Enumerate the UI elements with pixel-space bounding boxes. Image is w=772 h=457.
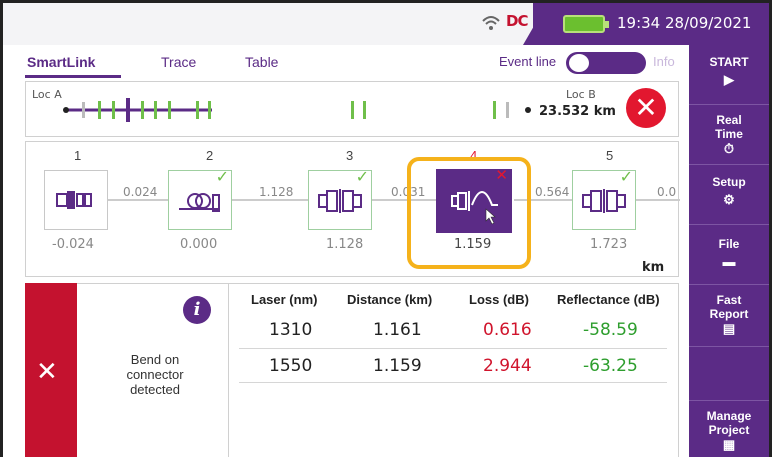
file-button[interactable]: File ▬ (689, 225, 769, 285)
close-button[interactable]: ✕ (626, 88, 666, 128)
manage-project-label: Project (708, 423, 750, 437)
check-icon: ✓ (619, 167, 633, 186)
cell-laser: 1310 (269, 320, 313, 340)
event-number: 3 (346, 148, 354, 163)
event-position: 0.000 (180, 237, 218, 252)
date: 28/09/2021 (665, 14, 752, 32)
alert-line: connector (126, 367, 184, 382)
sidebar: START ▶ Real Time ⏱ Setup ⚙ File ▬ Fast … (689, 45, 769, 457)
fast-report-label: Report (709, 307, 749, 321)
event-3-node[interactable]: ✓ (308, 167, 372, 230)
toggle-knob (569, 54, 589, 72)
map-unit: km (642, 260, 665, 275)
event-number: 5 (606, 148, 614, 163)
app-frame: DC 19:34 28/09/2021 SmartLink Trace Tabl… (0, 0, 772, 457)
check-icon: ✓ (355, 167, 369, 186)
realtime-label: Time (715, 127, 743, 141)
start-label: START (709, 55, 749, 69)
link-map: 1 -0.024 0.024 2 ✓ 0.000 1.128 3 ✓ 1.128… (25, 141, 680, 277)
cell-laser: 1550 (269, 356, 313, 376)
event-line-toggle[interactable] (566, 52, 646, 74)
alert-status-bar: ✕ (25, 283, 77, 457)
empty-slot (689, 347, 769, 401)
event-number: 2 (206, 148, 214, 163)
cell-loss: 0.616 (483, 320, 532, 340)
play-icon: ▶ (724, 72, 734, 87)
close-icon: ✕ (634, 91, 658, 124)
setup-label: Setup (712, 175, 746, 189)
column-header-loss: Loss (dB) (469, 292, 529, 307)
alert-panel: i Bend on connector detected (77, 283, 229, 457)
segment-length: 0.0 (656, 185, 678, 199)
segment-length: 0.024 (122, 185, 159, 199)
alert-line: Bend on (130, 352, 180, 367)
folder-icon: ▬ (722, 254, 736, 269)
cell-distance: 1.159 (373, 356, 422, 376)
column-header-distance: Distance (km) (347, 292, 433, 307)
setup-button[interactable]: Setup ⚙ (689, 165, 769, 225)
segment-length: 1.128 (258, 185, 295, 199)
info-label: Info (653, 54, 675, 69)
results-table: Laser (nm) Distance (km) Loss (dB) Refle… (229, 283, 679, 457)
alert-message: Bend on connector detected (95, 352, 215, 397)
start-button[interactable]: START ▶ (689, 45, 769, 105)
row-divider (239, 348, 667, 349)
battery-icon (563, 15, 609, 33)
fast-report-label: Fast (716, 293, 742, 307)
tab-smartlink[interactable]: SmartLink (27, 54, 95, 70)
column-header-laser: Laser (nm) (251, 292, 318, 307)
event-2-node[interactable]: ✓ (168, 167, 232, 230)
alert-line: detected (130, 382, 180, 397)
event-1-node[interactable] (44, 170, 108, 230)
stopwatch-icon: ⏱ (723, 141, 735, 156)
grid-icon: ▦ (722, 437, 736, 452)
dc-logo: DC (506, 12, 528, 30)
tab-underline (25, 75, 121, 78)
manage-project-button[interactable]: Manage Project ▦ (689, 401, 769, 457)
row-divider (239, 382, 667, 383)
fiber-start-connector-icon (56, 191, 92, 209)
manage-project-label: Manage (706, 409, 752, 423)
segment-length: 0.564 (534, 185, 571, 199)
fast-report-button[interactable]: Fast Report ▤ (689, 285, 769, 347)
cell-loss: 2.944 (483, 356, 532, 376)
cell-reflectance: -63.25 (583, 356, 638, 376)
cell-reflectance: -58.59 (583, 320, 638, 340)
file-label: File (718, 237, 740, 251)
cell-distance: 1.161 (373, 320, 422, 340)
event-position: 1.723 (590, 237, 628, 252)
column-header-reflectance: Reflectance (dB) (557, 292, 660, 307)
selection-highlight (407, 157, 531, 269)
event-number: 1 (74, 148, 82, 163)
wifi-icon (482, 16, 500, 30)
realtime-button[interactable]: Real Time ⏱ (689, 105, 769, 165)
total-distance: 23.532 km (539, 104, 616, 119)
status-bar: DC 19:34 28/09/2021 (3, 3, 769, 45)
event-position: 1.128 (326, 237, 364, 252)
tab-bar: SmartLink Trace Table Event line Info (3, 45, 689, 81)
gear-icon: ⚙ (723, 192, 735, 207)
event-position: -0.024 (52, 237, 94, 252)
tab-table[interactable]: Table (245, 54, 278, 70)
tab-trace[interactable]: Trace (161, 54, 196, 70)
error-icon: ✕ (36, 357, 58, 387)
realtime-label: Real (716, 113, 742, 127)
report-icon: ▤ (722, 321, 736, 336)
time: 19:34 (617, 14, 661, 32)
loc-b-label: Loc B (566, 88, 596, 101)
event-5-node[interactable]: ✓ (572, 167, 636, 230)
link-overview: Loc A Loc B 23.532 km ✕ (25, 81, 679, 137)
event-line-label: Event line (499, 54, 557, 69)
clock: 19:34 28/09/2021 (617, 14, 751, 32)
link-schematic (63, 98, 531, 122)
info-icon[interactable]: i (183, 296, 211, 324)
check-icon: ✓ (215, 167, 229, 186)
